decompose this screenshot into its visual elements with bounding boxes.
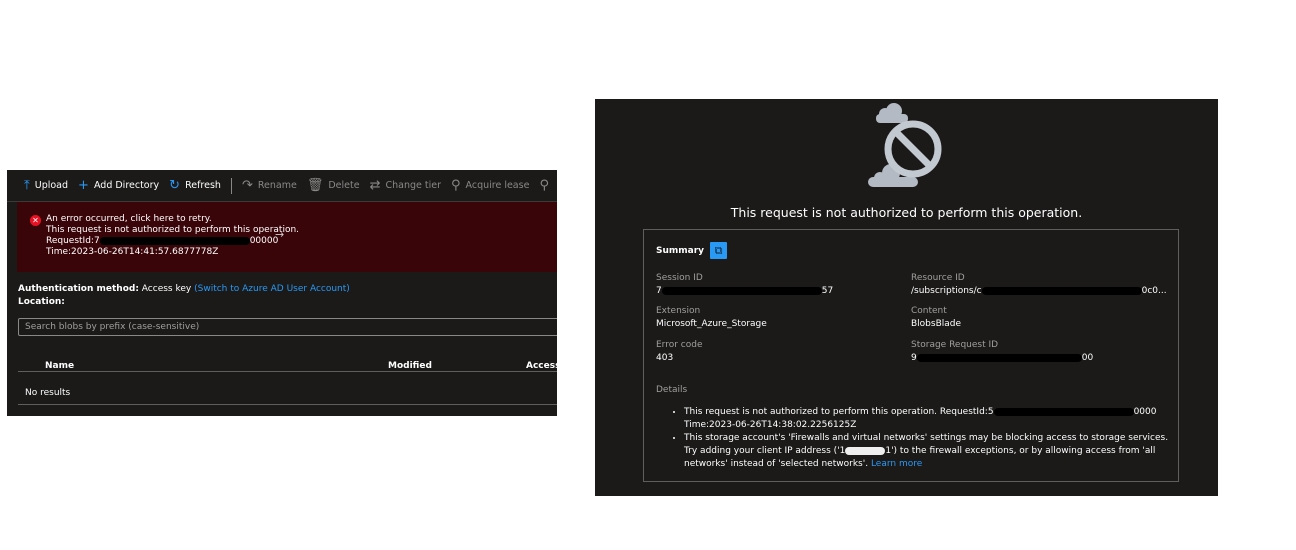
copy-icon[interactable]: ⧉ xyxy=(710,242,727,259)
error-code-field: Error code 403 xyxy=(656,340,703,363)
break-lease-button[interactable]: ⚲ xyxy=(539,178,549,193)
swap-arrows-icon: ⇄ xyxy=(369,178,381,193)
summary-box: Summary ⧉ Session ID 7 57 Resource ID/subs… xyxy=(643,229,1179,482)
arrow-right-icon: → xyxy=(275,228,285,241)
link-icon: ⚲ xyxy=(450,178,461,193)
extension-field: Extension Microsoft_Azure_Storage xyxy=(656,306,767,329)
detail-item: This storage account's 'Firewalls and vi… xyxy=(684,432,1174,471)
content-field: Content BlobsBlade xyxy=(911,306,962,329)
acquire-lease-button[interactable]: ⚲ Acquire lease xyxy=(451,178,529,193)
detail-item: This request is not authorized to perfor… xyxy=(684,406,1174,432)
blade-title: This request is not authorized to perfor… xyxy=(730,205,1083,220)
column-modified[interactable]: Modified xyxy=(388,361,432,371)
change-tier-button[interactable]: ⇄ Change tier xyxy=(370,178,441,193)
error-icon: ✕ xyxy=(30,215,41,226)
switch-auth-link[interactable]: (Switch to Azure AD User Account) xyxy=(194,284,350,294)
plus-icon: + xyxy=(78,178,89,193)
refresh-icon: ↻ xyxy=(169,178,181,193)
auth-info: Authentication method: Access key (Switc… xyxy=(18,284,350,307)
request-id: RequestId:7 00000 xyxy=(46,236,279,246)
column-name[interactable]: Name xyxy=(45,361,74,371)
toolbar: ⤒ Upload + Add Directory ↻ Refresh ↷ Rename … xyxy=(7,170,557,202)
rename-button[interactable]: ↷ Rename xyxy=(242,178,297,193)
blocked-cloud-icon xyxy=(868,103,942,187)
details-list: This request is not authorized to perfor… xyxy=(684,406,1174,471)
table-row: No results xyxy=(18,381,557,405)
error-detail: This request is not authorized to perfor… xyxy=(46,225,300,235)
error-time: Time:2023-06-26T14:41:57.6877778Z xyxy=(46,247,219,257)
error-banner[interactable]: ✕ An error occurred, click here to retry… xyxy=(17,202,557,272)
learn-more-link[interactable]: Learn more xyxy=(871,459,922,469)
upload-button[interactable]: ⤒ Upload xyxy=(24,178,68,193)
rename-icon: ↷ xyxy=(241,178,253,193)
location-label: Location: xyxy=(18,297,65,307)
storage-request-id-field: Storage Request ID 9 00 xyxy=(911,340,1094,363)
search-input[interactable]: Search blobs by prefix (case-sensitive) xyxy=(18,318,557,336)
toolbar-divider xyxy=(230,177,232,194)
link-broken-icon: ⚲ xyxy=(539,178,549,193)
column-access[interactable]: Access xyxy=(526,361,557,371)
error-message: An error occurred, click here to retry. xyxy=(46,214,212,224)
upload-arrow-icon: ⤒ xyxy=(24,178,30,193)
storage-browser-panel: ⤒ Upload + Add Directory ↻ Refresh ↷ Rename … xyxy=(7,170,557,416)
add-directory-button[interactable]: + Add Directory xyxy=(78,178,159,193)
delete-button[interactable]: 🗑 Delete xyxy=(307,178,360,193)
session-id-field: Session ID 7 57 xyxy=(656,273,834,296)
refresh-button[interactable]: ↻ Refresh xyxy=(169,178,221,193)
table-header: Name Modified Access xyxy=(18,358,557,372)
summary-heading: Summary xyxy=(656,246,705,256)
resource-id-field: Resource ID/subscriptions/c 0c0... xyxy=(911,273,1167,296)
details-heading: Details xyxy=(656,385,688,395)
error-blade: This request is not authorized to perfor… xyxy=(595,99,1218,496)
trash-icon: 🗑 xyxy=(306,178,324,193)
